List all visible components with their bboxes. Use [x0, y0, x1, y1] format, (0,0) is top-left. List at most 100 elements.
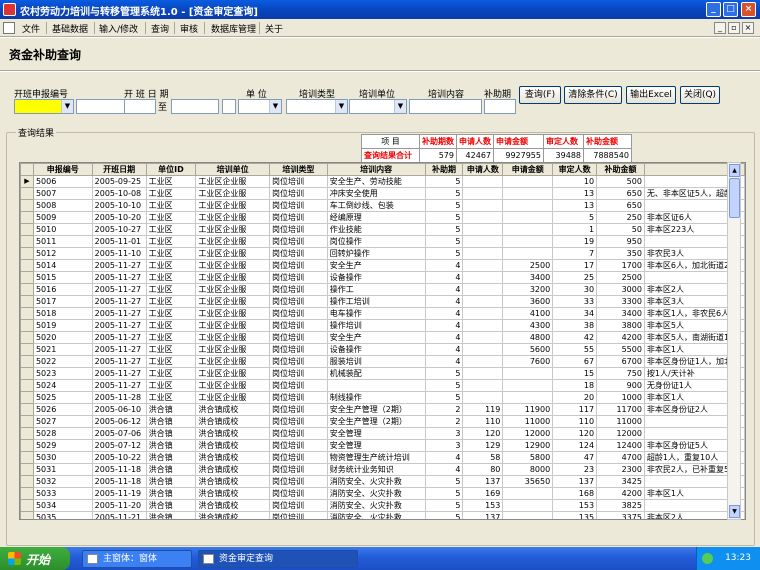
table-cell[interactable]: 安全生产管理（2期）	[326, 403, 426, 416]
table-cell[interactable]: 岗位操作	[326, 235, 426, 248]
table-cell[interactable]	[462, 307, 504, 320]
table-cell[interactable]: 洪合镇成校	[195, 499, 271, 512]
table-cell[interactable]: 10	[552, 175, 598, 188]
table-cell[interactable]: 5	[424, 391, 464, 404]
minimize-button[interactable]: _	[706, 2, 721, 17]
type-select[interactable]: ▼	[286, 99, 348, 114]
table-cell[interactable]: 岗位培训	[269, 391, 328, 404]
col-start-date[interactable]: 开班日期	[91, 163, 147, 176]
table-cell[interactable]: 岗位培训	[269, 439, 328, 452]
table-cell[interactable]: 137	[552, 475, 598, 488]
chevron-down-icon[interactable]: ▼	[61, 100, 73, 113]
table-cell[interactable]: 洪合镇	[145, 451, 197, 464]
vertical-scrollbar[interactable]: ▲ ▼	[727, 162, 741, 520]
table-row[interactable]: 5029 2005-07-12 洪合镇 洪合镇成校 岗位培训 安全管理 3 129 12900 1…	[20, 439, 745, 452]
table-row[interactable]: 5018 2005-11-27 工业区 工业区企业服 岗位培训 电车操作 4 4100 34 34…	[20, 307, 745, 320]
table-cell[interactable]: 岗位培训	[269, 451, 328, 464]
row-indicator[interactable]	[20, 415, 34, 428]
unit-code-input[interactable]	[222, 99, 236, 114]
table-cell[interactable]: 13	[552, 199, 598, 212]
table-cell[interactable]: 153	[552, 499, 598, 512]
table-cell[interactable]: 工业区企业服	[195, 355, 271, 368]
table-cell[interactable]: 4	[424, 307, 464, 320]
table-cell[interactable]: 物资管理生产统计培训	[326, 451, 426, 464]
menu-file[interactable]: 文件	[22, 22, 40, 35]
table-cell[interactable]: 岗位培训	[269, 415, 328, 428]
table-cell[interactable]: 4	[424, 355, 464, 368]
table-cell[interactable]: 2005-11-10	[91, 247, 147, 260]
table-cell[interactable]: 2005-11-27	[91, 271, 147, 284]
table-cell[interactable]: 操作培训	[326, 319, 426, 332]
table-cell[interactable]: 岗位培训	[269, 295, 328, 308]
table-cell[interactable]: 工业区	[145, 223, 197, 236]
table-cell[interactable]: 3825	[596, 499, 645, 512]
table-cell[interactable]: 5010	[32, 223, 93, 236]
table-cell[interactable]: 工业区企业服	[195, 379, 271, 392]
query-button[interactable]: 查询(F)	[519, 86, 561, 104]
table-cell[interactable]: 3400	[596, 307, 645, 320]
table-row[interactable]: 5008 2005-10-10 工业区 工业区企业服 岗位培训 车工倒纱线、包装 5 13 65…	[20, 199, 745, 212]
table-cell[interactable]: 110	[462, 415, 504, 428]
table-cell[interactable]: 3375	[596, 511, 645, 519]
table-row[interactable]: 5019 2005-11-27 工业区 工业区企业服 岗位培训 操作培训 4 4300 38 38…	[20, 319, 745, 332]
row-indicator[interactable]	[20, 499, 34, 512]
table-cell[interactable]: 制线操作	[326, 391, 426, 404]
table-cell[interactable]: 5	[424, 247, 464, 260]
table-cell[interactable]: 2005-11-27	[91, 259, 147, 272]
table-cell[interactable]: 2005-10-10	[91, 199, 147, 212]
table-cell[interactable]: 5600	[502, 343, 554, 356]
table-cell[interactable]: 3	[424, 427, 464, 440]
table-cell[interactable]: 冲床安全使用	[326, 187, 426, 200]
table-cell[interactable]: 4	[424, 463, 464, 476]
table-cell[interactable]: 岗位培训	[269, 379, 328, 392]
table-cell[interactable]: 4100	[502, 307, 554, 320]
table-cell[interactable]: 5016	[32, 283, 93, 296]
table-cell[interactable]: 工业区	[145, 307, 197, 320]
table-cell[interactable]: 工业区	[145, 271, 197, 284]
table-cell[interactable]: 工业区企业服	[195, 235, 271, 248]
table-cell[interactable]: 5028	[32, 427, 93, 440]
table-cell[interactable]	[462, 379, 504, 392]
mdi-restore-button[interactable]: ▫	[728, 22, 740, 34]
table-cell[interactable]: 5012	[32, 247, 93, 260]
table-row[interactable]: 5014 2005-11-27 工业区 工业区企业服 岗位培训 安全生产 4 2500 17 17…	[20, 259, 745, 272]
row-indicator[interactable]	[20, 247, 34, 260]
table-cell[interactable]: 124	[552, 439, 598, 452]
row-indicator[interactable]	[20, 475, 34, 488]
table-cell[interactable]: 2005-10-20	[91, 211, 147, 224]
table-cell[interactable]: 900	[596, 379, 645, 392]
table-cell[interactable]: 2005-11-18	[91, 463, 147, 476]
table-cell[interactable]: 2005-10-27	[91, 223, 147, 236]
table-cell[interactable]: 工业区	[145, 355, 197, 368]
table-row[interactable]: 5024 2005-11-27 工业区 工业区企业服 岗位培训 5 18 900 无身份证1人	[20, 379, 745, 392]
table-cell[interactable]: 安全生产	[326, 259, 426, 272]
col-train-unit[interactable]: 培训单位	[195, 163, 271, 176]
menu-query[interactable]: 查询	[151, 22, 169, 35]
table-cell[interactable]: 3425	[596, 475, 645, 488]
table-cell[interactable]: 5018	[32, 307, 93, 320]
table-cell[interactable]	[462, 211, 504, 224]
table-cell[interactable]: 19	[552, 235, 598, 248]
table-cell[interactable]: 洪合镇成校	[195, 427, 271, 440]
table-cell[interactable]: 3600	[502, 295, 554, 308]
table-row[interactable]: 5007 2005-10-08 工业区 工业区企业服 岗位培训 冲床安全使用 5 13 650 无…	[20, 187, 745, 200]
table-cell[interactable]: 58	[462, 451, 504, 464]
scroll-thumb[interactable]	[729, 178, 740, 218]
row-indicator[interactable]	[20, 487, 34, 500]
table-cell[interactable]: 5033	[32, 487, 93, 500]
table-cell[interactable]: 岗位培训	[269, 475, 328, 488]
table-cell[interactable]: 安全生产管理（2期）	[326, 415, 426, 428]
table-cell[interactable]: 7	[552, 247, 598, 260]
row-indicator[interactable]	[20, 391, 34, 404]
table-cell[interactable]: 洪合镇	[145, 511, 197, 519]
table-cell[interactable]: 11900	[502, 403, 554, 416]
table-cell[interactable]	[462, 175, 504, 188]
table-cell[interactable]	[462, 283, 504, 296]
table-cell[interactable]: 5	[424, 487, 464, 500]
col-unit-id[interactable]: 单位ID	[145, 163, 197, 176]
table-cell[interactable]: 工业区企业服	[195, 271, 271, 284]
table-row[interactable]: 5026 2005-06-10 洪合镇 洪合镇成校 岗位培训 安全生产管理（2期） 2 119…	[20, 403, 745, 416]
table-cell[interactable]: 工业区企业服	[195, 283, 271, 296]
table-cell[interactable]: 消防安全、火灾扑救	[326, 487, 426, 500]
table-cell[interactable]: 5008	[32, 199, 93, 212]
